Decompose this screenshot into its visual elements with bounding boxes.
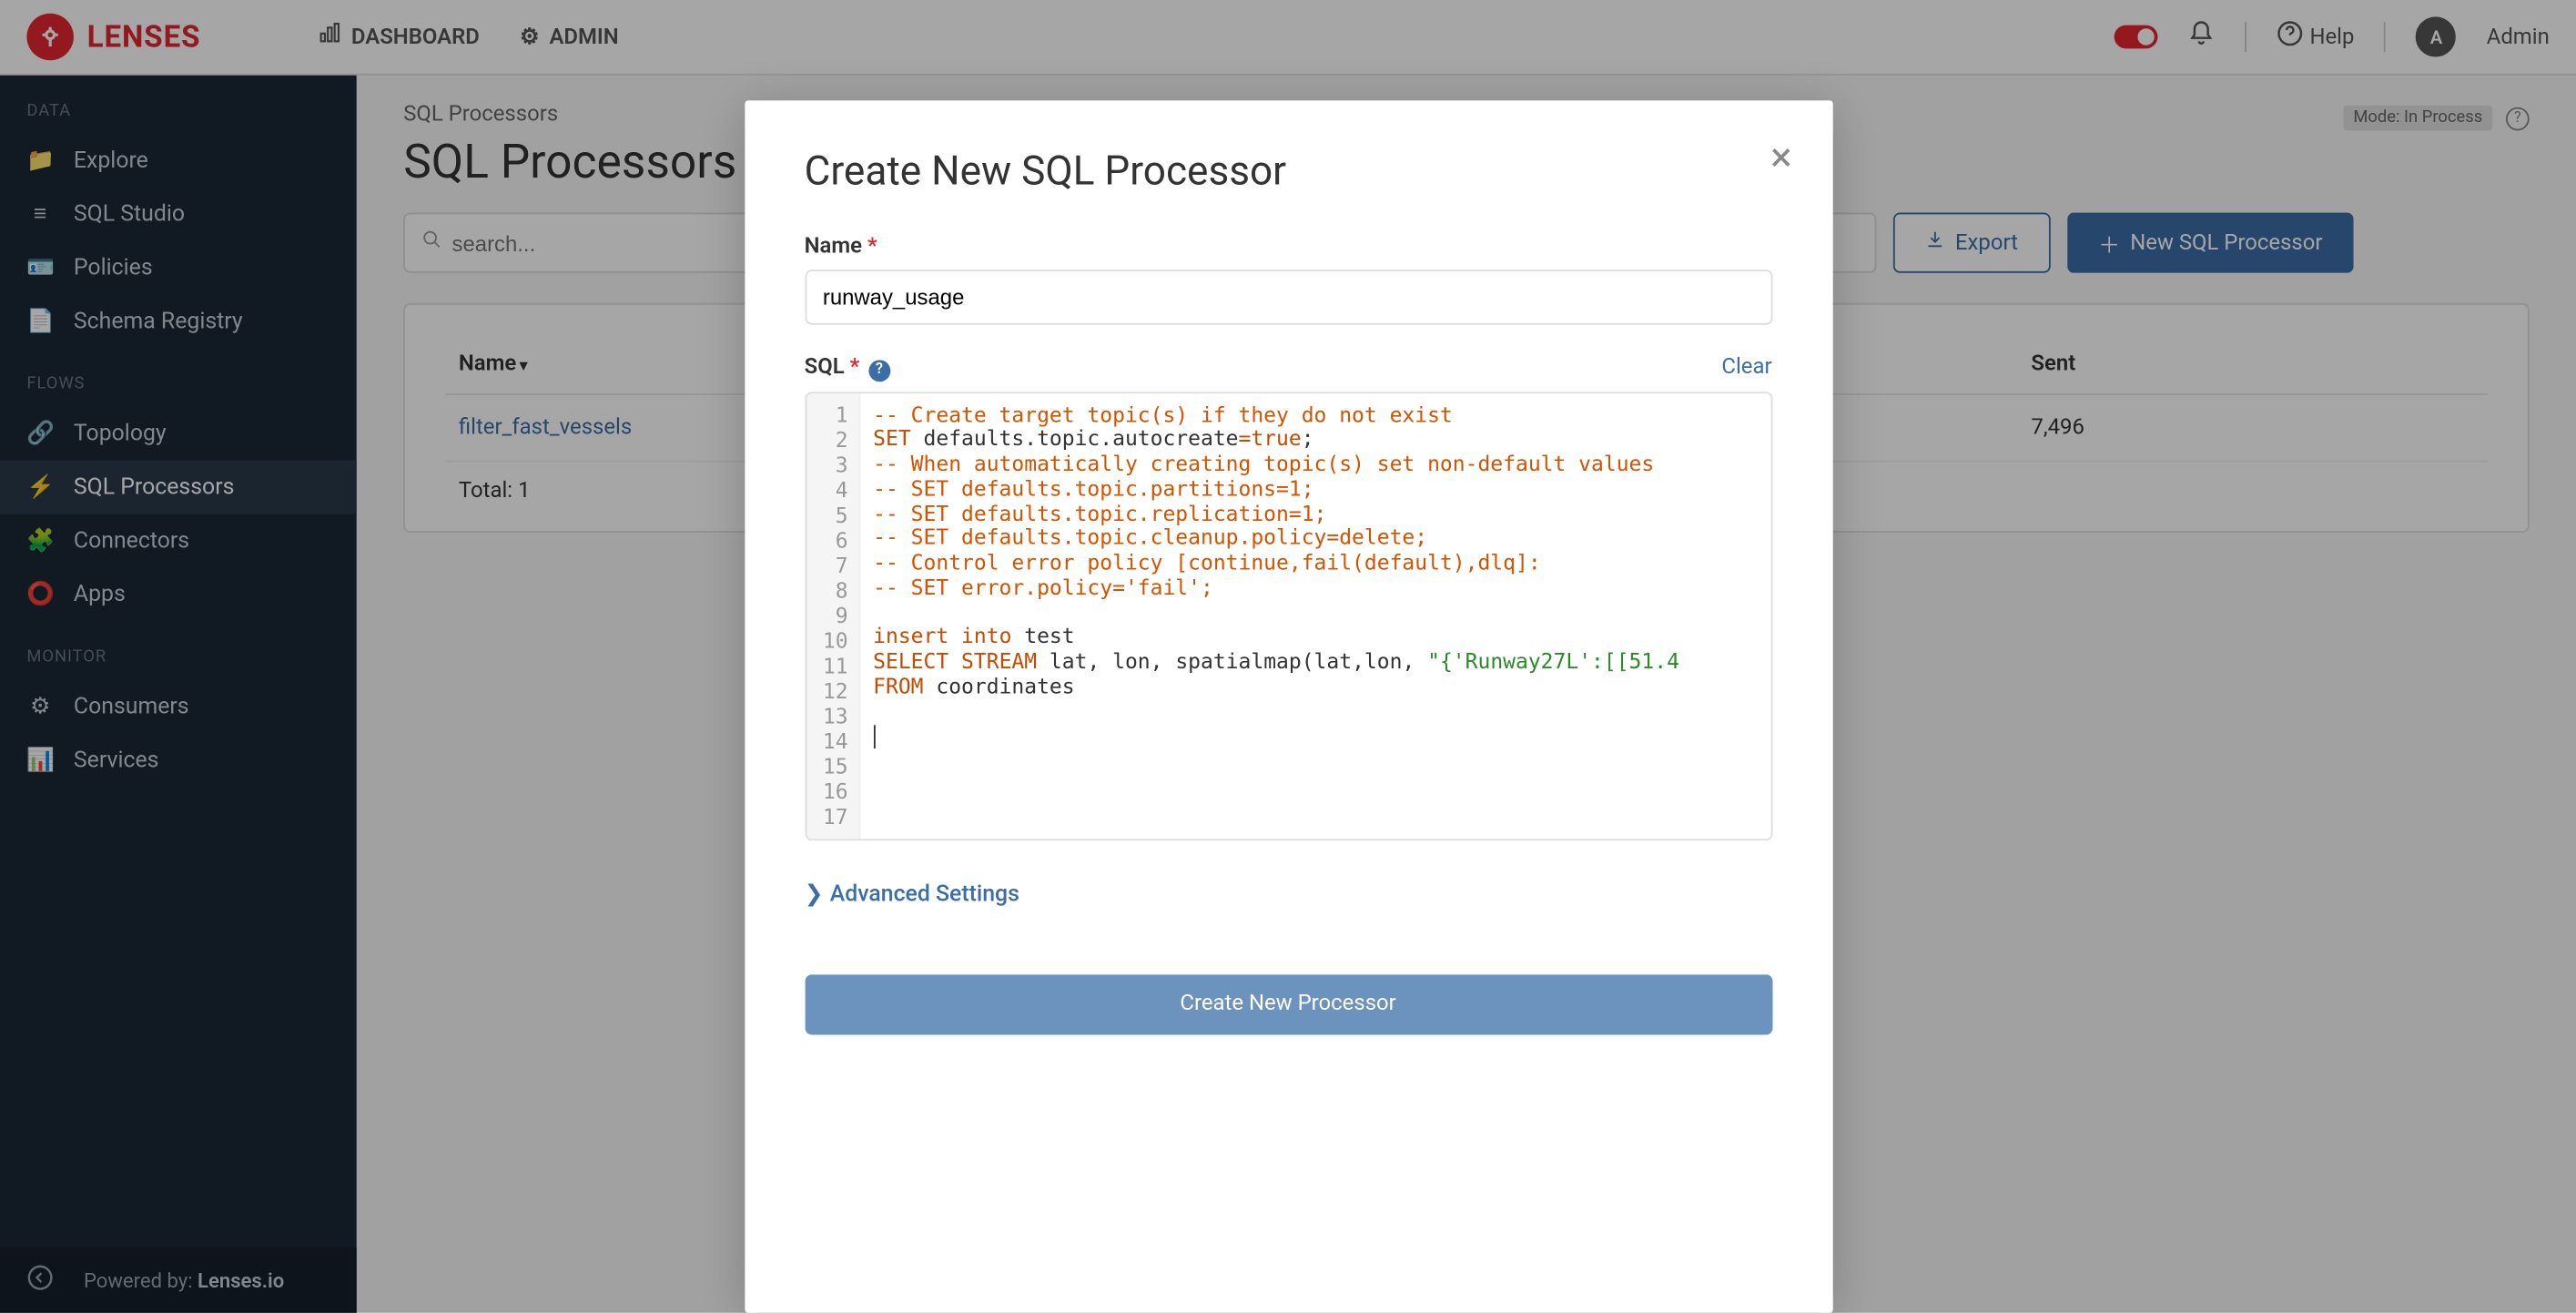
sql-editor[interactable]: 1234567891011121314151617 -- Create targ… (805, 391, 1772, 840)
chevron-right-icon: ❯ (805, 880, 824, 906)
create-processor-modal: × Create New SQL Processor Name * SQL * … (744, 100, 1831, 1312)
modal-overlay[interactable]: × Create New SQL Processor Name * SQL * … (0, 0, 2576, 1313)
clear-link[interactable]: Clear (1721, 355, 1771, 381)
sql-help-icon[interactable]: ? (868, 359, 890, 381)
name-input[interactable] (805, 270, 1772, 325)
create-processor-submit-button[interactable]: Create New Processor (805, 973, 1772, 1033)
close-icon[interactable]: × (1770, 134, 1792, 180)
modal-title: Create New SQL Processor (805, 148, 1772, 194)
name-label: Name * (805, 234, 1772, 260)
editor-gutter: 1234567891011121314151617 (806, 392, 859, 838)
advanced-settings-toggle[interactable]: ❯ Advanced Settings (805, 880, 1772, 906)
editor-content[interactable]: -- Create target topic(s) if they do not… (859, 392, 1770, 838)
sql-label: SQL * ? (805, 355, 890, 382)
